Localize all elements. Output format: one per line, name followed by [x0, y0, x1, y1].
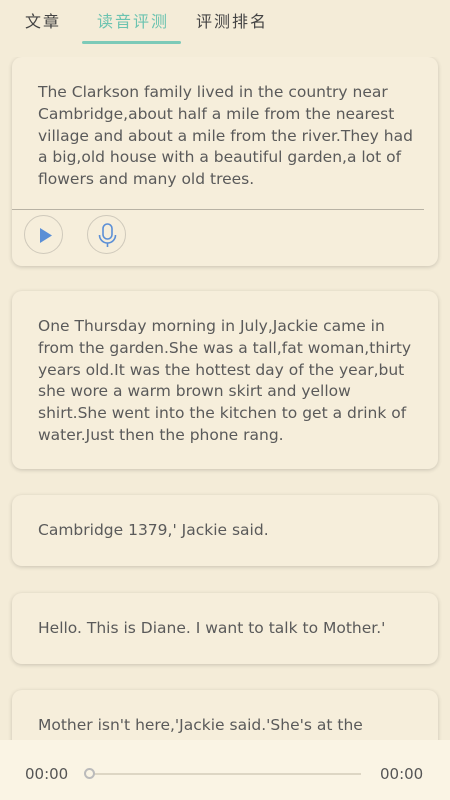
- paragraph-text: One Thursday morning in July,Jackie came…: [38, 317, 412, 444]
- paragraph-text: Cambridge 1379,' Jackie said.: [38, 521, 269, 539]
- tab-evaluation-ranking[interactable]: 评测排名: [196, 8, 268, 32]
- play-button[interactable]: [24, 215, 63, 254]
- paragraph-card[interactable]: The Clarkson family lived in the country…: [12, 57, 438, 266]
- paragraph-card[interactable]: Hello. This is Diane. I want to talk to …: [12, 593, 438, 664]
- duration: 00:00: [380, 765, 424, 783]
- record-button[interactable]: [87, 215, 126, 254]
- progress-track[interactable]: [90, 773, 361, 775]
- app-screen: 文章 读音评测 评测排名 The Clarkson family lived i…: [0, 0, 450, 800]
- tab-pronunciation-evaluation[interactable]: 读音评测: [97, 8, 169, 32]
- paragraph-card[interactable]: Cambridge 1379,' Jackie said.: [12, 495, 438, 566]
- tab-article[interactable]: 文章: [25, 8, 61, 32]
- current-time: 00:00: [25, 765, 69, 783]
- paragraph-text: The Clarkson family lived in the country…: [38, 83, 413, 189]
- tab-bar: 文章 读音评测 评测排名: [0, 0, 450, 44]
- paragraph-card[interactable]: One Thursday morning in July,Jackie came…: [12, 291, 438, 469]
- paragraph-text: Mother isn't here,'Jackie said.'She's at…: [38, 716, 363, 734]
- active-tab-indicator: [82, 41, 181, 44]
- divider: [12, 209, 424, 210]
- paragraph-list[interactable]: The Clarkson family lived in the country…: [0, 57, 450, 740]
- progress-thumb[interactable]: [84, 768, 95, 779]
- paragraph-text: Hello. This is Diane. I want to talk to …: [38, 619, 386, 637]
- microphone-icon: [98, 223, 117, 247]
- play-icon: [40, 228, 52, 243]
- audio-player: 00:00 00:00: [0, 740, 450, 800]
- paragraph-card[interactable]: Mother isn't here,'Jackie said.'She's at…: [12, 690, 438, 740]
